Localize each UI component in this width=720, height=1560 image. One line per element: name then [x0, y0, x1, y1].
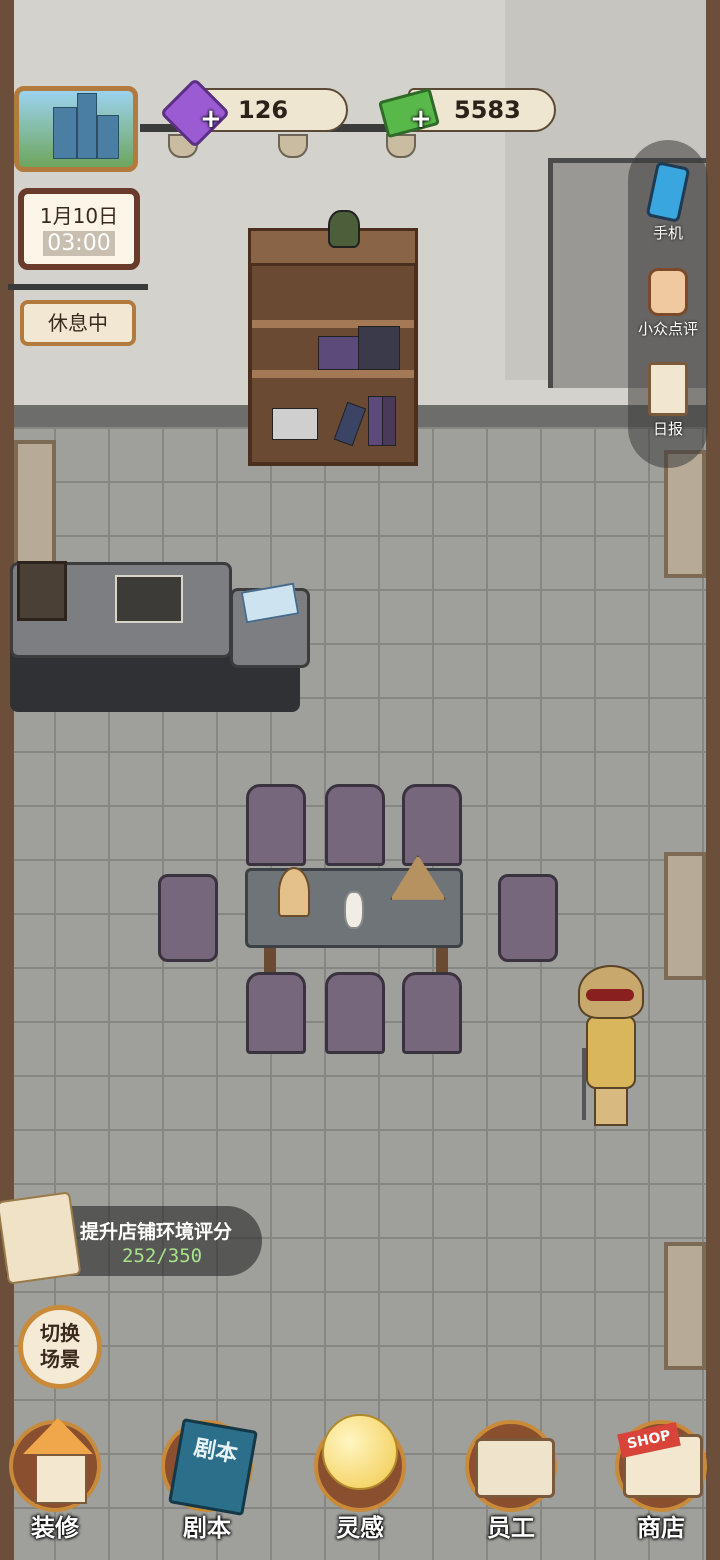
id-card — [475, 1438, 555, 1498]
gem-count: 126 — [238, 96, 289, 124]
counter-stand-card — [240, 582, 300, 624]
shop-status-sign[interactable]: 休息中 — [20, 300, 136, 346]
city-building — [77, 93, 97, 159]
switch-scene-button[interactable]: 切换场景 — [18, 1305, 102, 1389]
nav-shop-label: 商店 — [637, 1514, 685, 1542]
house-icon — [9, 1418, 101, 1512]
phone-icon — [645, 161, 691, 223]
cash-count: 5583 — [454, 96, 521, 124]
shelf-book — [358, 326, 400, 370]
nav-inspiration[interactable]: 灵感 — [305, 1414, 415, 1560]
wall-picture-frame — [14, 440, 56, 568]
lightbulb-glass — [322, 1414, 398, 1490]
ceiling-lamp — [278, 134, 308, 158]
review-label: 小众点评 — [637, 320, 698, 338]
chair[interactable] — [402, 972, 462, 1054]
add-gems-icon[interactable]: + — [200, 104, 222, 134]
nav-script-label: 剧本 — [183, 1514, 231, 1542]
shelf-book — [382, 396, 396, 446]
chair[interactable] — [402, 784, 462, 866]
nav-staff-label: 员工 — [487, 1514, 535, 1542]
id-card-icon — [465, 1420, 557, 1512]
review-button[interactable]: 小众点评 — [628, 268, 708, 339]
add-cash-icon[interactable]: + — [410, 104, 432, 134]
scroll-icon — [0, 1191, 82, 1285]
dining-table[interactable] — [245, 855, 463, 948]
chair[interactable] — [325, 972, 385, 1054]
shelf-board — [252, 370, 414, 378]
daily-report-label: 日报 — [652, 420, 683, 438]
phone-button[interactable]: 手机 — [628, 161, 708, 243]
table-lamp — [278, 867, 310, 917]
wall-picture-frame — [664, 450, 706, 578]
flower-vase — [344, 891, 364, 929]
right-side-menu: 手机 小众点评 日报 — [628, 140, 708, 468]
daily-report-button[interactable]: 日报 — [628, 362, 708, 439]
scene-thumbnail[interactable] — [14, 86, 138, 172]
chair[interactable] — [325, 784, 385, 866]
city-building — [53, 107, 77, 159]
chair[interactable] — [498, 874, 558, 962]
shelf-book — [333, 401, 367, 447]
shop-icon: SHOP — [615, 1420, 707, 1512]
counter-photo-frame — [17, 561, 67, 621]
city-building — [97, 115, 119, 159]
calendar: 1月10日 03:00 — [18, 188, 140, 270]
shelf-book — [318, 336, 360, 370]
book-cover: 剧本 — [168, 1418, 258, 1516]
reception-counter[interactable] — [10, 561, 232, 658]
lightbulb-icon — [314, 1414, 406, 1512]
nav-inspiration-label: 灵感 — [336, 1514, 384, 1542]
task-title: 提升店铺环境评分 — [80, 1221, 233, 1243]
task-progress: 252/350 — [122, 1245, 203, 1267]
plant-figurine — [328, 210, 360, 248]
thumbs-up-icon — [648, 268, 688, 316]
chair[interactable] — [158, 874, 218, 962]
nav-staff[interactable]: 员工 — [456, 1420, 566, 1560]
shelf-book — [272, 408, 318, 440]
chair[interactable] — [246, 972, 306, 1054]
left-wall-frame — [0, 0, 14, 1560]
goggles — [586, 989, 634, 1001]
counter-side — [230, 582, 310, 668]
house-wall — [35, 1454, 87, 1504]
calendar-date: 1月10日 — [39, 204, 119, 228]
clipboard-icon — [648, 362, 688, 416]
counter-notebook — [115, 575, 183, 623]
wall-picture-frame — [664, 1242, 706, 1370]
chair[interactable] — [246, 784, 306, 866]
nav-script[interactable]: 剧本 剧本 — [152, 1418, 262, 1560]
nav-decorate-label: 装修 — [31, 1514, 79, 1542]
calendar-time: 03:00 — [43, 231, 115, 256]
right-wall-frame — [706, 0, 720, 1560]
switch-scene-label: 切换场景 — [40, 1321, 80, 1371]
house-roof — [23, 1418, 93, 1454]
sign-rod — [8, 284, 148, 290]
customer-character[interactable] — [578, 965, 644, 1019]
book-icon: 剧本 — [161, 1418, 258, 1516]
phone-label: 手机 — [652, 224, 683, 242]
nav-shop[interactable]: SHOP 商店 — [606, 1420, 716, 1560]
wall-picture-frame — [664, 852, 706, 980]
customer-body[interactable] — [586, 1015, 636, 1089]
nav-decorate[interactable]: 装修 — [0, 1418, 110, 1560]
